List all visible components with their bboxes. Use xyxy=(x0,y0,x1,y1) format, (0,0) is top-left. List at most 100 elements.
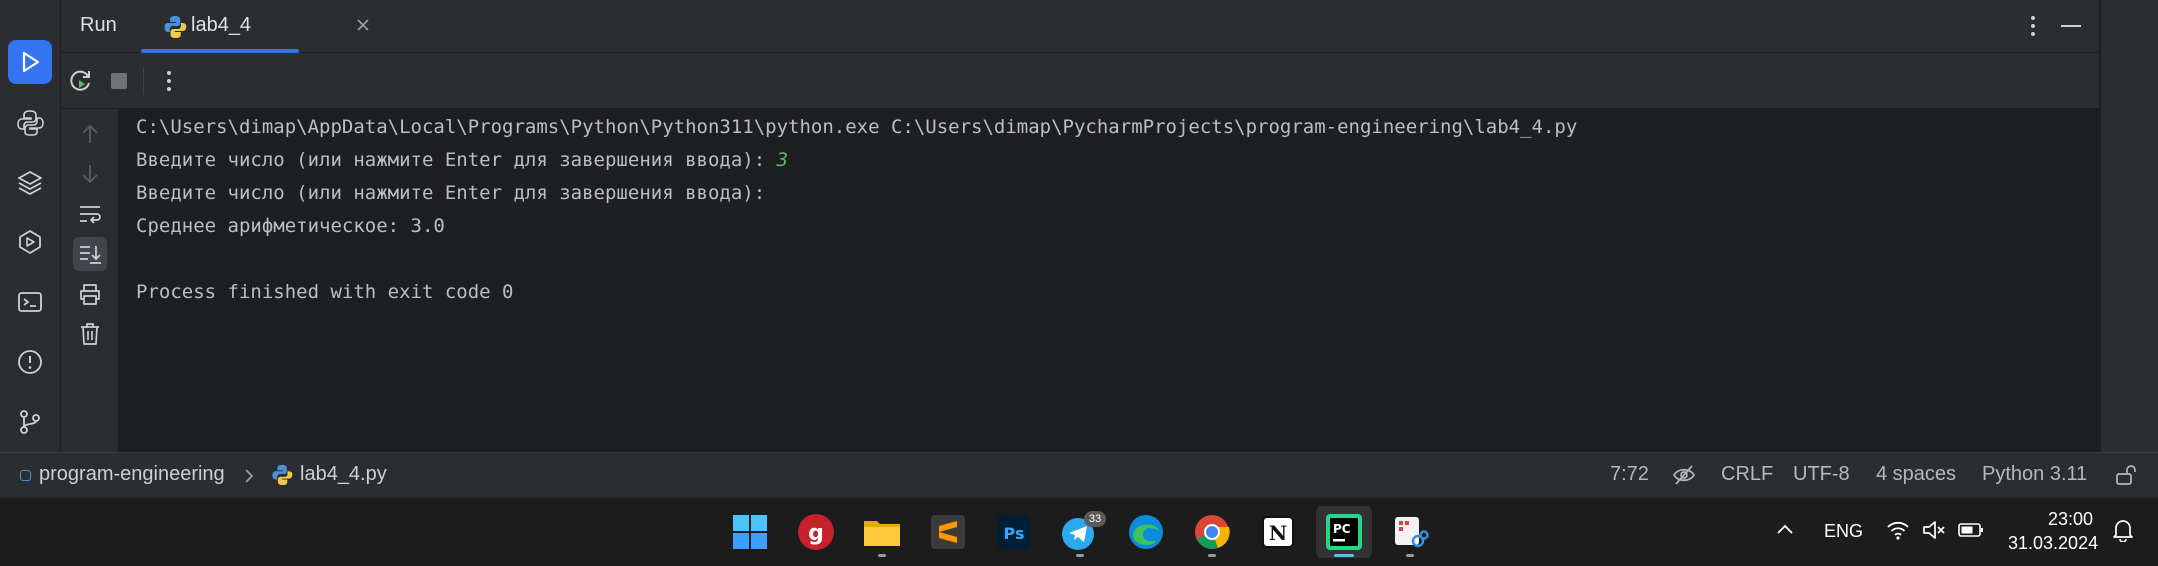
soft-wrap-button[interactable] xyxy=(73,197,107,231)
console-line: Введите число (или нажмите Enter для зав… xyxy=(136,182,766,204)
run-tool-button[interactable] xyxy=(8,40,52,84)
taskbar-chrome[interactable] xyxy=(1184,506,1240,558)
battery-icon[interactable] xyxy=(1958,521,1984,539)
running-indicator xyxy=(1406,554,1414,557)
taskbar-photoshop[interactable]: Ps xyxy=(986,506,1042,558)
trash-icon xyxy=(81,323,99,345)
console-gutter-toolbar xyxy=(61,109,119,452)
vivaldi-icon: g xyxy=(798,514,834,550)
edge-icon xyxy=(1129,515,1163,549)
chrome-icon xyxy=(1195,515,1230,549)
running-indicator xyxy=(1334,554,1354,557)
more-vertical-icon xyxy=(2031,16,2035,36)
services-button[interactable] xyxy=(8,220,52,264)
printer-icon xyxy=(80,284,100,305)
clear-all-button[interactable] xyxy=(73,317,107,351)
taskbar-sublime-text[interactable] xyxy=(920,506,976,558)
project-icon xyxy=(20,470,31,481)
run-panel-title: Run xyxy=(80,14,117,36)
file-explorer-icon xyxy=(864,521,900,546)
unlock-icon[interactable] xyxy=(2114,464,2136,486)
version-control-button[interactable] xyxy=(8,400,52,444)
running-indicator xyxy=(878,554,886,557)
python-console-button[interactable] xyxy=(8,100,52,144)
python-file-icon xyxy=(164,16,187,38)
svg-text:g: g xyxy=(808,521,824,546)
left-tool-strip xyxy=(0,0,61,452)
windows-start-icon xyxy=(733,515,767,549)
telegram-badge: 33 xyxy=(1084,511,1106,527)
line-ending[interactable]: CRLF xyxy=(1721,463,1773,486)
language-indicator[interactable]: ENG xyxy=(1824,521,1863,542)
taskbar-pycharm[interactable]: PC xyxy=(1316,506,1372,558)
running-indicator xyxy=(1208,554,1216,557)
svg-text:PC: PC xyxy=(1333,522,1351,536)
svg-text:Ps: Ps xyxy=(1004,524,1025,543)
breadcrumb-project[interactable]: program-engineering xyxy=(39,463,225,486)
taskbar-snipping-tool[interactable] xyxy=(1382,506,1438,558)
volume-muted-icon[interactable] xyxy=(1922,519,1946,541)
layers-icon xyxy=(18,171,42,195)
tab-close-button[interactable] xyxy=(351,12,375,38)
down-stack-button[interactable] xyxy=(73,157,107,191)
services-icon xyxy=(19,230,41,254)
clock-time[interactable]: 23:00 xyxy=(2048,509,2093,530)
soft-wrap-icon xyxy=(80,206,101,224)
taskbar-vivaldi[interactable]: g xyxy=(788,506,844,558)
arrow-down-icon xyxy=(82,165,98,184)
file-encoding[interactable]: UTF-8 xyxy=(1793,463,1850,486)
taskbar-telegram[interactable]: 33 xyxy=(1052,506,1108,558)
console-line: C:\Users\dimap\AppData\Local\Programs\Py… xyxy=(136,116,1578,138)
tab-lab4-4[interactable]: lab4_4 xyxy=(141,0,369,53)
clock-date[interactable]: 31.03.2024 xyxy=(2008,533,2098,554)
breadcrumb-file[interactable]: lab4_4.py xyxy=(300,463,387,486)
problems-button[interactable] xyxy=(8,340,52,384)
indent-setting[interactable]: 4 spaces xyxy=(1876,463,1956,486)
toolbar-more-button[interactable] xyxy=(153,65,185,97)
console-line: Введите число (или нажмите Enter для зав… xyxy=(136,149,789,171)
notion-icon: N xyxy=(1262,516,1294,548)
python-file-icon xyxy=(272,464,293,485)
run-toolbar xyxy=(61,53,2099,109)
scroll-to-end-button[interactable] xyxy=(73,237,107,271)
snipping-tool-icon xyxy=(1395,517,1429,548)
minimize-panel-button[interactable] xyxy=(2057,12,2085,40)
chevron-up-icon[interactable] xyxy=(1776,523,1794,535)
taskbar-file-explorer[interactable] xyxy=(854,506,910,558)
rerun-button[interactable] xyxy=(65,65,97,97)
console-output[interactable]: C:\Users\dimap\AppData\Local\Programs\Py… xyxy=(119,109,2099,452)
up-stack-button[interactable] xyxy=(73,117,107,151)
taskbar-notion[interactable]: N xyxy=(1250,506,1306,558)
stop-icon xyxy=(111,73,127,89)
right-tool-strip xyxy=(2100,0,2158,452)
more-vertical-icon xyxy=(167,71,171,91)
photoshop-icon: Ps xyxy=(997,515,1031,549)
notification-bell-icon[interactable] xyxy=(2112,518,2134,542)
run-icon xyxy=(22,51,40,73)
console-line: Среднее арифметическое: 3.0 xyxy=(136,215,445,237)
running-indicator xyxy=(1076,554,1084,557)
python-interpreter[interactable]: Python 3.11 xyxy=(1982,463,2087,486)
arrow-up-icon xyxy=(82,124,98,143)
chevron-right-icon xyxy=(245,469,254,483)
taskbar-edge[interactable] xyxy=(1118,506,1174,558)
tab-label: lab4_4 xyxy=(191,14,252,36)
git-branch-icon xyxy=(20,410,40,434)
print-button[interactable] xyxy=(73,277,107,311)
toolbar-separator xyxy=(143,67,144,95)
terminal-button[interactable] xyxy=(8,280,52,324)
python-packages-button[interactable] xyxy=(8,160,52,204)
run-tool-window-header: Run lab4_4 xyxy=(61,0,2099,53)
sublime-text-icon xyxy=(931,515,965,549)
console-line: Process finished with exit code 0 xyxy=(136,281,514,303)
start-button[interactable] xyxy=(722,506,778,558)
rerun-icon xyxy=(70,70,90,91)
caret-position[interactable]: 7:72 xyxy=(1610,463,1649,486)
stop-button[interactable] xyxy=(103,65,135,97)
options-menu-button[interactable] xyxy=(2019,12,2047,40)
close-icon xyxy=(357,19,369,31)
user-input-value: 3 xyxy=(776,149,789,171)
readonly-eye-off-icon[interactable] xyxy=(1672,464,1696,486)
scroll-to-end-icon xyxy=(80,246,101,264)
wifi-icon[interactable] xyxy=(1886,519,1910,541)
